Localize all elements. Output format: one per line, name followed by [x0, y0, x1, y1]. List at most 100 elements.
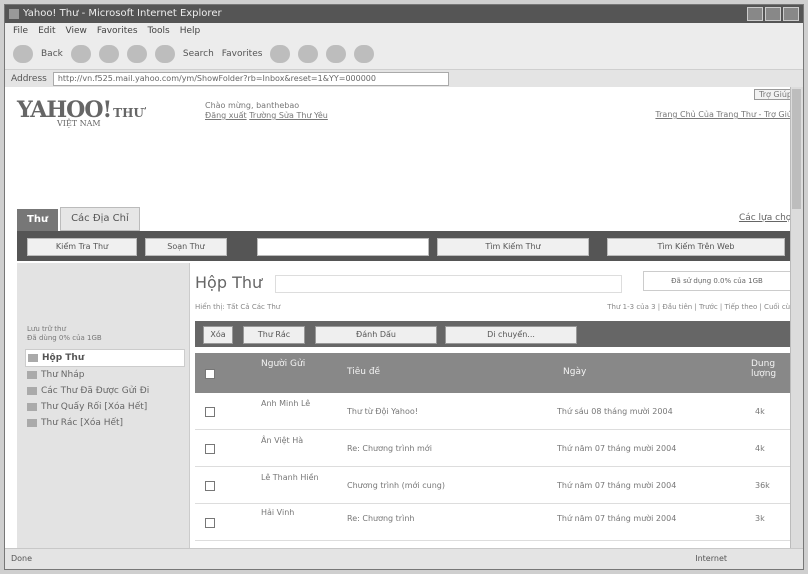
menu-view[interactable]: View [66, 23, 87, 39]
search-label[interactable]: Search [183, 49, 214, 59]
table-row[interactable]: Ân Việt Hà Re: Chương trình mới Thứ năm … [195, 430, 799, 467]
delete-button[interactable]: Xóa [203, 326, 233, 344]
inbox-panel: Hộp Thư Đã sử dụng 0.0% của 1GB Hiển thị… [195, 263, 799, 549]
col-size[interactable]: Dung lượng [751, 359, 795, 379]
pagination[interactable]: Thư 1-3 của 3 | Đầu tiên | Trước | Tiếp … [607, 303, 799, 311]
inbox-icon [28, 354, 38, 362]
favorites-label[interactable]: Favorites [222, 49, 263, 59]
internet-zone: Internet [695, 554, 727, 563]
storage-info: Lưu trữ thư Đã dùng 0% của 1GB [27, 325, 102, 343]
row-size: 4k [755, 407, 765, 416]
col-date[interactable]: Ngày [563, 367, 586, 377]
media-icon[interactable] [270, 45, 291, 63]
tab-mail[interactable]: Thư [17, 209, 59, 231]
menu-tools[interactable]: Tools [148, 23, 170, 39]
table-row[interactable]: Hải Vinh Re: Chương trình Thứ năm 07 thá… [195, 504, 799, 541]
search-input[interactable] [257, 238, 429, 256]
logo-thu: THƯ [113, 106, 144, 120]
row-size: 36k [755, 481, 770, 490]
menu-edit[interactable]: Edit [38, 23, 55, 39]
mail-icon[interactable] [326, 45, 347, 63]
menu-file[interactable]: File [13, 23, 28, 39]
folder-bulk[interactable]: Thư Quấy Rối [Xóa Hết] [25, 399, 185, 415]
message-toolbar: Xóa Thư Rác Đánh Dấu Di chuyển... [195, 321, 799, 347]
check-mail-button[interactable]: Kiểm Tra Thư [27, 238, 137, 256]
top-links: Trợ Giúp Trang Chủ Của Trang Thư - Trợ G… [655, 89, 797, 119]
row-subject[interactable]: Re: Chương trình mới [347, 444, 432, 453]
folder-label: Hộp Thư [42, 353, 85, 363]
row-size: 3k [755, 514, 765, 523]
folder-trash[interactable]: Thư Rác [Xóa Hết] [25, 415, 185, 431]
search-web-button[interactable]: Tìm Kiếm Trên Web [607, 238, 785, 256]
signout-link[interactable]: Đăng xuất [205, 111, 247, 120]
page-title: Hộp Thư [195, 273, 263, 292]
tab-addresses[interactable]: Các Địa Chỉ [60, 207, 140, 231]
vertical-scrollbar[interactable] [790, 87, 803, 549]
account-link[interactable]: Trường Sửa Thư Yêu [249, 111, 328, 120]
yahoo-mail-page: YAHOO! THƯ VIỆT NAM Chào mừng, banthebao … [5, 87, 803, 549]
row-date: Thứ sáu 08 tháng mười 2004 [557, 407, 673, 416]
row-checkbox[interactable] [205, 518, 215, 528]
folder-sidebar: Lưu trữ thư Đã dùng 0% của 1GB Hộp Thư T… [17, 263, 190, 549]
message-list: Anh Minh Lê Thư từ Đội Yahoo! Thứ sáu 08… [195, 393, 799, 541]
logo-sub: VIỆT NAM [57, 119, 101, 128]
home-icon[interactable] [154, 45, 175, 63]
draft-icon [27, 371, 37, 379]
row-subject[interactable]: Thư từ Đội Yahoo! [347, 407, 418, 416]
scrollbar-thumb[interactable] [792, 89, 801, 209]
bulk-icon [27, 403, 37, 411]
minimize-button[interactable] [747, 7, 763, 21]
back-label[interactable]: Back [41, 49, 63, 59]
view-row: Hiển thị: Tất Cả Các Thư Thư 1-3 của 3 |… [195, 303, 799, 311]
address-input[interactable]: http://vn.f525.mail.yahoo.com/ym/ShowFol… [52, 72, 449, 86]
browser-window: Yahoo! Thư - Microsoft Internet Explorer… [4, 4, 804, 570]
col-subject[interactable]: Tiêu đề [347, 367, 380, 377]
history-icon[interactable] [298, 45, 319, 63]
options-link[interactable]: Các lựa chọn [739, 213, 797, 223]
table-row[interactable]: Anh Minh Lê Thư từ Đội Yahoo! Thứ sáu 08… [195, 393, 799, 430]
row-sender: Hải Vinh [261, 508, 295, 517]
refresh-icon[interactable] [126, 45, 147, 63]
row-checkbox[interactable] [205, 481, 215, 491]
forward-icon[interactable] [70, 45, 91, 63]
select-all-checkbox[interactable] [205, 369, 215, 379]
back-icon[interactable] [13, 45, 33, 63]
folder-sent[interactable]: Các Thư Đã Được Gửi Đi [25, 383, 185, 399]
row-checkbox[interactable] [205, 444, 215, 454]
trash-icon [27, 419, 37, 427]
title-bar: Yahoo! Thư - Microsoft Internet Explorer [5, 5, 803, 23]
row-sender: Lê Thanh Hiền [261, 473, 319, 482]
row-date: Thứ năm 07 tháng mười 2004 [557, 444, 677, 453]
view-filter[interactable]: Hiển thị: Tất Cả Các Thư [195, 303, 435, 311]
spam-button[interactable]: Thư Rác [243, 326, 305, 344]
menu-favorites[interactable]: Favorites [97, 23, 138, 39]
compose-button[interactable]: Soạn Thư [145, 238, 227, 256]
folder-inbox[interactable]: Hộp Thư [25, 349, 185, 367]
row-subject[interactable]: Re: Chương trình [347, 514, 414, 523]
menu-help[interactable]: Help [180, 23, 201, 39]
stop-icon[interactable] [98, 45, 119, 63]
yahoo-logo[interactable]: YAHOO! THƯ VIỆT NAM [17, 97, 144, 128]
print-icon[interactable] [354, 45, 375, 63]
title-underline [275, 275, 622, 293]
status-bar: Done Internet [5, 548, 803, 569]
folder-list: Hộp Thư Thư Nháp Các Thư Đã Được Gửi Đi … [25, 349, 185, 431]
maximize-button[interactable] [765, 7, 781, 21]
mark-button[interactable]: Đánh Dấu [315, 326, 437, 344]
row-checkbox[interactable] [205, 407, 215, 417]
row-size: 4k [755, 444, 765, 453]
close-button[interactable] [783, 7, 799, 21]
table-row[interactable]: Lê Thanh Hiền Chương trình (mới cung) Th… [195, 467, 799, 504]
space-info: Đã sử dụng 0.0% của 1GB [643, 271, 791, 291]
search-mail-button[interactable]: Tìm Kiếm Thư [437, 238, 589, 256]
window-title: Yahoo! Thư - Microsoft Internet Explorer [23, 8, 222, 19]
folder-drafts[interactable]: Thư Nháp [25, 367, 185, 383]
storage-usage: Đã dùng 0% của 1GB [27, 334, 102, 342]
row-subject[interactable]: Chương trình (mới cung) [347, 481, 445, 490]
move-dropdown[interactable]: Di chuyển... [445, 326, 577, 344]
top-nav-links[interactable]: Trang Chủ Của Trang Thư - Trợ Giúp [655, 110, 797, 119]
col-sender[interactable]: Người Gửi [261, 359, 311, 369]
status-text: Done [11, 554, 33, 563]
folder-label: Thư Rác [Xóa Hết] [41, 418, 124, 428]
action-bar: Kiểm Tra Thư Soạn Thư Tìm Kiếm Thư Tìm K… [17, 231, 797, 261]
